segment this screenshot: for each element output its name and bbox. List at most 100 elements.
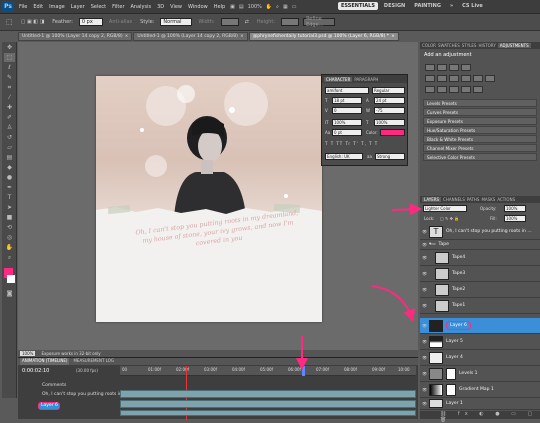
width-input[interactable] [220, 18, 239, 26]
tab-color[interactable]: COLOR [422, 43, 436, 48]
document-canvas[interactable]: Oh, I can't stop you putting roots in my… [96, 76, 322, 322]
workspace-painting[interactable]: PAINTING [411, 2, 444, 10]
style-select[interactable]: Normal [160, 18, 193, 26]
arrange-documents-icon[interactable]: ▦ [283, 4, 288, 10]
selective-color-icon[interactable] [473, 86, 483, 93]
preset-selective-color[interactable]: Selective Color Presets [423, 153, 537, 161]
tab-channels[interactable]: CHANNELS [443, 197, 465, 202]
font-style-select[interactable]: Regular [372, 87, 405, 94]
mini-bridge-icon[interactable]: ▤ [239, 4, 244, 10]
height-input[interactable] [281, 18, 300, 26]
menu-window[interactable]: Window [185, 4, 211, 10]
eye-icon[interactable]: 👁 [420, 387, 429, 392]
hand-view-icon[interactable]: ✋ [266, 4, 272, 10]
track-layer[interactable] [120, 410, 416, 416]
time-ruler[interactable]: 00 01:00f 02:00f 03:00f 04:00f 05:00f 06… [120, 366, 416, 376]
menu-3d[interactable]: 3D [154, 4, 167, 10]
current-time[interactable]: 0:00:02:10 [22, 368, 49, 374]
eye-icon[interactable]: 👁 [420, 229, 429, 234]
track-text-layer[interactable] [120, 390, 416, 398]
layer-tape3[interactable]: 👁 Tape3 [420, 266, 540, 282]
clone-stamp-icon[interactable]: ♙ [4, 123, 15, 132]
layer-1[interactable]: 👁 Layer 1 [420, 398, 540, 410]
background-color-swatch[interactable] [7, 275, 15, 283]
horizontal-scale-input[interactable]: 100% [374, 119, 405, 126]
history-brush-icon[interactable]: ↺ [4, 133, 15, 142]
layer-tape1[interactable]: 👁 Tape1 [420, 298, 540, 314]
text-style-buttons[interactable]: T T TT Tr T' T, T T [325, 141, 378, 146]
refine-edge-button[interactable]: Refine Edge... [303, 16, 336, 28]
tab-animation-timeline[interactable]: ANIMATION (TIMELINE) [20, 358, 70, 365]
layer-tape2[interactable]: 👁 Tape2 [420, 282, 540, 298]
layer-tape4[interactable]: 👁 Tape4 [420, 250, 540, 266]
font-family-select[interactable]: amifont [325, 87, 369, 94]
eye-icon[interactable]: 👁 [420, 355, 429, 360]
screen-mode-icon[interactable]: ▭ [292, 4, 297, 10]
gradient-icon[interactable]: ▤ [4, 153, 15, 162]
crop-icon[interactable]: ⌗ [4, 83, 15, 92]
language-select[interactable]: English: UK [325, 153, 363, 160]
workspace-essentials[interactable]: ESSENTIALS [338, 2, 378, 10]
preset-channel-mixer[interactable]: Channel Mixer Presets [423, 144, 537, 152]
menu-select[interactable]: Select [88, 4, 109, 10]
menu-image[interactable]: Image [46, 4, 68, 10]
shape-icon[interactable]: ■ [4, 213, 15, 222]
eye-icon[interactable]: 👁 [420, 339, 429, 344]
cs-live-button[interactable]: CS Live [459, 2, 486, 10]
blur-icon[interactable]: ◆ [4, 163, 15, 172]
eye-icon[interactable]: 👁 [420, 401, 429, 406]
3d-orbit-icon[interactable]: ◎ [4, 233, 15, 242]
track-layer-6[interactable] [120, 400, 416, 408]
quick-mask-icon[interactable]: ◙ [4, 289, 15, 298]
menu-analysis[interactable]: Analysis [128, 4, 155, 10]
tab-paragraph[interactable]: PARAGRAPH [354, 77, 378, 82]
color-balance-icon[interactable] [449, 75, 459, 82]
pen-icon[interactable]: ✒ [4, 183, 15, 192]
timeline-row-layer-6[interactable]: Layer 6 [38, 402, 60, 410]
eye-icon[interactable]: 👁 [420, 242, 429, 247]
workspace-more[interactable]: » [447, 2, 456, 10]
zoom-view-icon[interactable]: ⌕ [276, 4, 279, 10]
tab-actions[interactable]: ACTIONS [497, 197, 515, 202]
lasso-icon[interactable]: ℓ [4, 63, 15, 72]
exposure-icon[interactable] [461, 64, 471, 71]
preset-exposure[interactable]: Exposure Presets [423, 117, 537, 125]
hue-saturation-icon[interactable] [437, 75, 447, 82]
tracking-input[interactable]: -75 [374, 107, 405, 114]
quick-select-icon[interactable]: ✎ [4, 73, 15, 82]
workspace-design[interactable]: DESIGN [381, 2, 408, 10]
layer-levels-1[interactable]: 👁 Levels 1 [420, 366, 540, 382]
preset-black-white[interactable]: Black & White Presets [423, 135, 537, 143]
vibrance-icon[interactable] [425, 75, 435, 82]
layer-6[interactable]: 👁 Layer 6 [420, 318, 540, 334]
lock-icons[interactable]: ▢ ✎ ✥ 🔒 [440, 216, 459, 221]
baseline-input[interactable]: 0 pt [332, 129, 362, 136]
preset-curves[interactable]: Curves Presets [423, 108, 537, 116]
close-icon[interactable]: × [240, 34, 244, 39]
path-select-icon[interactable]: ➤ [4, 203, 15, 212]
threshold-icon[interactable] [449, 86, 459, 93]
marquee-icon[interactable]: ⬚ [4, 53, 15, 62]
curves-icon[interactable] [449, 64, 459, 71]
layer-4[interactable]: 👁 Layer 4 [420, 350, 540, 366]
tab-swatches[interactable]: SWATCHES [438, 43, 460, 48]
preset-levels[interactable]: Levels Presets [423, 99, 537, 107]
blend-mode-select[interactable]: Lighter Color [423, 205, 467, 212]
antialias-checkbox[interactable]: Anti-alias [109, 19, 132, 25]
zoom-field[interactable]: 100% [20, 351, 36, 356]
preset-hue-saturation[interactable]: Hue/Saturation Presets [423, 126, 537, 134]
antialias-select[interactable]: Strong [375, 153, 405, 160]
layers-footer-icons[interactable]: ⛓ fx ◐ ● ▭ ▢ 🗑 [420, 411, 540, 423]
photo-filter-icon[interactable] [473, 75, 483, 82]
brightness-icon[interactable] [425, 64, 435, 71]
channel-mixer-icon[interactable] [485, 75, 495, 82]
hand-icon[interactable]: ✋ [4, 243, 15, 252]
levels-icon[interactable] [437, 64, 447, 71]
eye-icon[interactable]: 👁 [420, 287, 429, 292]
tab-tutorial3[interactable]: @phrynefisherdaily tutorial3.psd @ 100% … [248, 32, 399, 41]
zoom-level[interactable]: 100% [248, 4, 262, 10]
healing-icon[interactable]: ✚ [4, 103, 15, 112]
gradient-map-icon[interactable] [461, 86, 471, 93]
eraser-icon[interactable]: ▱ [4, 143, 15, 152]
selection-mode-icons[interactable]: ▢ ▣ ◧ ◨ [21, 19, 45, 25]
